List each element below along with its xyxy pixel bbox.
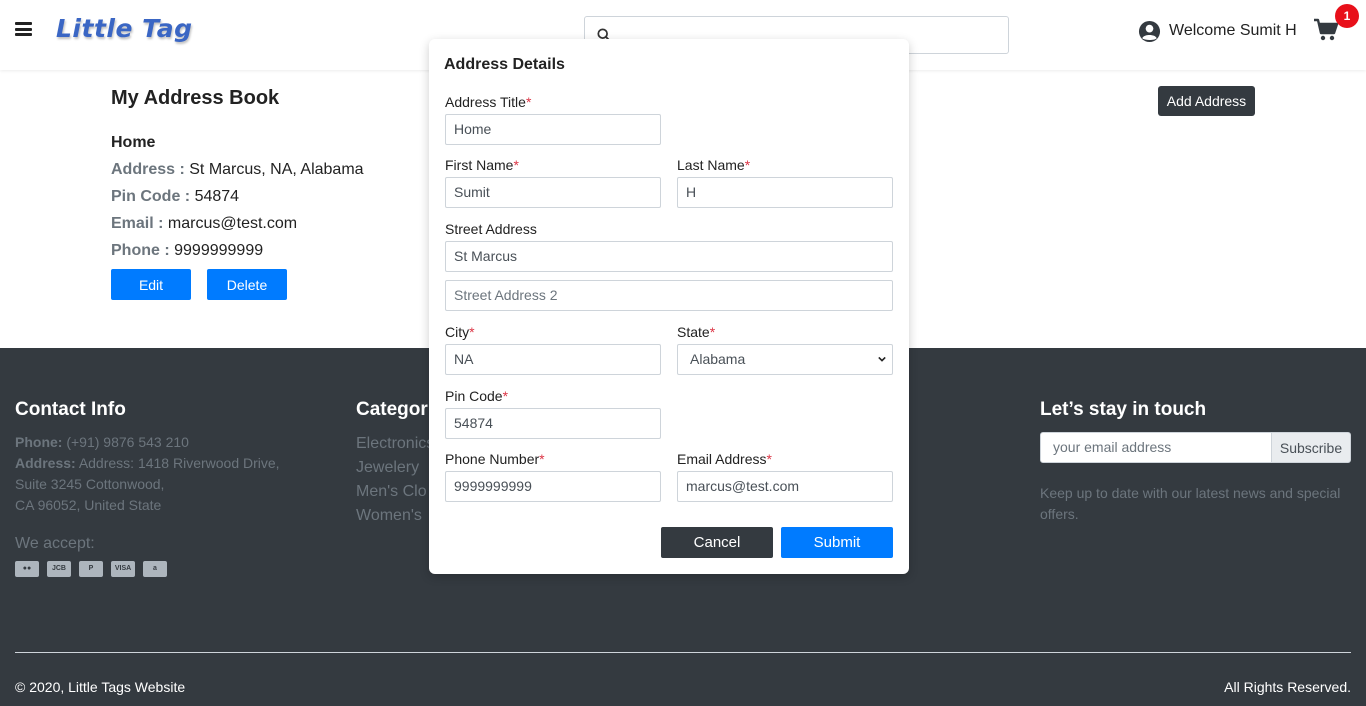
cart-icon[interactable] <box>1313 18 1339 42</box>
jcb-icon: JCB <box>47 561 71 577</box>
street-address-2-input[interactable]: Street Address 2 <box>445 280 893 311</box>
address-title-input[interactable]: Home <box>445 114 661 145</box>
edit-address-button[interactable]: Edit <box>111 269 191 300</box>
phone-number-label: Phone Number* <box>445 451 545 467</box>
email-address-input[interactable]: marcus@test.com <box>677 471 893 502</box>
cancel-button[interactable]: Cancel <box>661 527 773 558</box>
city-label: City* <box>445 324 475 340</box>
site-logo[interactable]: Little Tag <box>56 14 192 43</box>
contact-phone-value: (+91) 9876 543 210 <box>66 434 189 450</box>
welcome-text: Welcome Sumit H <box>1169 22 1297 39</box>
first-name-label: First Name* <box>445 157 519 173</box>
address-entry-pin: Pin Code : 54874 <box>111 188 239 206</box>
address-title-label: Address Title* <box>445 94 532 110</box>
newsletter-text-line2: offers. <box>1040 506 1079 522</box>
footer-category-link[interactable]: Men's Clo <box>356 483 427 501</box>
footer-category-link[interactable]: Women's <box>356 507 422 525</box>
state-select-value: Alabama <box>690 351 746 367</box>
submit-button[interactable]: Submit <box>781 527 893 558</box>
footer-category-link[interactable]: Electronics <box>356 435 434 453</box>
contact-address-line1: Address: 1418 Riverwood Drive, <box>78 455 280 471</box>
first-name-input[interactable]: Sumit <box>445 177 661 208</box>
subscribe-button[interactable]: Subscribe <box>1271 432 1351 463</box>
pin-value: 54874 <box>194 188 240 205</box>
contact-phone: Phone: (+91) 9876 543 210 <box>15 432 189 453</box>
address-entry-phone: Phone : 9999999999 <box>111 242 263 260</box>
address-value: St Marcus, NA, Alabama <box>189 161 364 178</box>
newsletter-email-input[interactable]: your email address <box>1040 432 1272 463</box>
phone-value: 9999999999 <box>174 242 264 259</box>
contact-address: Address: Address: 1418 Riverwood Drive, … <box>15 453 280 516</box>
footer-divider <box>15 652 1351 653</box>
rights-text: All Rights Reserved. <box>1224 679 1351 695</box>
paypal-icon: P <box>79 561 103 577</box>
pin-code-label: Pin Code* <box>445 388 509 404</box>
street-address-label: Street Address <box>445 221 537 237</box>
user-avatar-icon <box>1138 20 1161 42</box>
email-value: marcus@test.com <box>167 215 298 232</box>
last-name-input[interactable]: H <box>677 177 893 208</box>
phone-label: Phone : <box>111 242 170 259</box>
contact-address-line3: CA 96052, United State <box>15 497 162 513</box>
address-details-modal: Address Details Address Title* Home Firs… <box>429 39 909 574</box>
street-address-input[interactable]: St Marcus <box>445 241 893 272</box>
newsletter-text-line1: Keep up to date with our latest news and… <box>1040 485 1341 501</box>
delete-address-button[interactable]: Delete <box>207 269 287 300</box>
footer-category-link[interactable]: Jewelery <box>356 459 419 477</box>
modal-title: Address Details <box>444 56 565 73</box>
pin-code-input[interactable]: 54874 <box>445 408 661 439</box>
newsletter-heading: Let’s stay in touch <box>1040 399 1207 420</box>
page-title: My Address Book <box>111 87 280 109</box>
city-input[interactable]: NA <box>445 344 661 375</box>
chevron-down-icon <box>878 356 886 362</box>
payment-cards: ●● JCB P VISA a <box>15 561 175 577</box>
categories-heading: Categor <box>356 399 428 420</box>
contact-address-line2: Suite 3245 Cottonwood, <box>15 476 165 492</box>
address-entry-title: Home <box>111 134 156 151</box>
address-entry-address: Address : St Marcus, NA, Alabama <box>111 161 364 179</box>
state-label: State* <box>677 324 716 340</box>
email-address-label: Email Address* <box>677 451 772 467</box>
menu-icon[interactable] <box>15 22 32 36</box>
visa-icon: VISA <box>111 561 135 577</box>
phone-number-input[interactable]: 9999999999 <box>445 471 661 502</box>
contact-address-label: Address: <box>15 455 76 471</box>
pin-label: Pin Code : <box>111 188 191 205</box>
contact-phone-label: Phone: <box>15 434 63 450</box>
contact-info-heading: Contact Info <box>15 399 126 420</box>
amazon-icon: a <box>143 561 167 577</box>
newsletter-description: Keep up to date with our latest news and… <box>1040 483 1340 525</box>
we-accept-label: We accept: <box>15 535 95 552</box>
address-label: Address : <box>111 161 185 178</box>
copyright-text: © 2020, Little Tags Website <box>15 679 186 695</box>
mastercard-icon: ●● <box>15 561 39 577</box>
add-address-button[interactable]: Add Address <box>1158 86 1255 116</box>
email-label: Email : <box>111 215 164 232</box>
user-menu[interactable]: Welcome Sumit H <box>1138 18 1297 44</box>
cart-count-badge: 1 <box>1335 4 1359 28</box>
last-name-label: Last Name* <box>677 157 751 173</box>
address-entry-email: Email : marcus@test.com <box>111 215 297 233</box>
state-select[interactable]: Alabama <box>677 344 893 375</box>
